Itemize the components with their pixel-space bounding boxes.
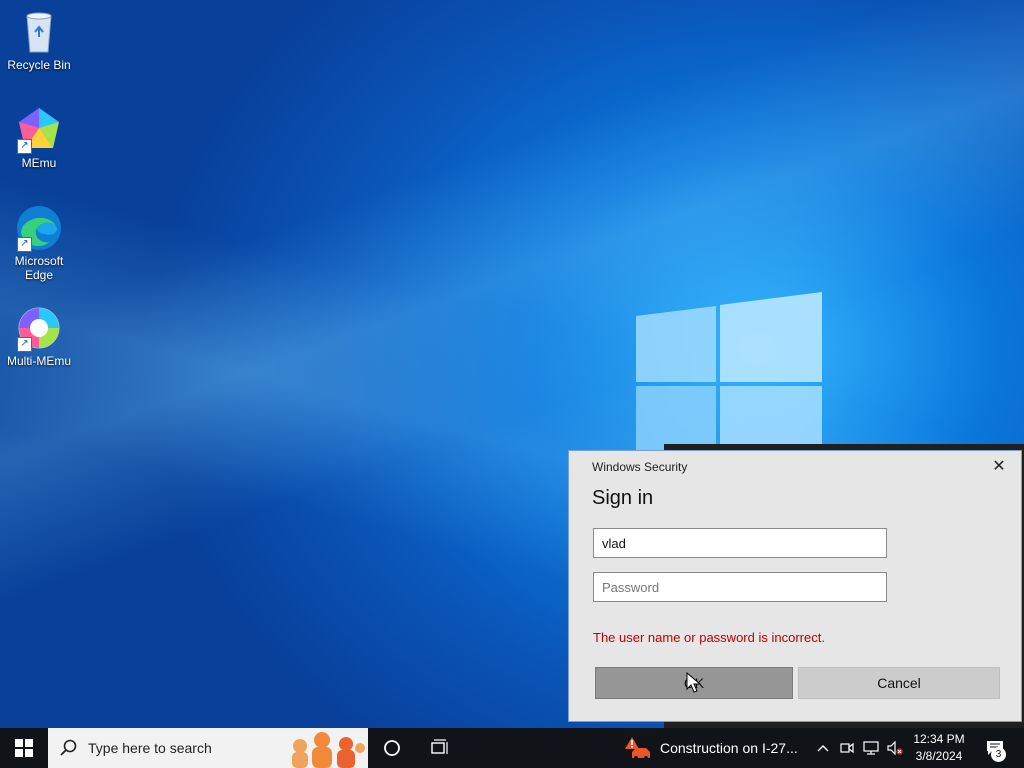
taskbar-clock[interactable]: 12:34 PM 3/8/2024 (902, 731, 976, 765)
desktop-icon-recycle-bin[interactable]: Recycle Bin (0, 8, 78, 72)
mouse-cursor-icon (686, 672, 702, 693)
cortana-button[interactable] (372, 728, 412, 768)
shortcut-arrow-icon: ↗ (17, 337, 32, 352)
desktop-icon-label: MEmu (21, 156, 57, 170)
desktop: Recycle Bin ↗ MEmu ↗ Microsoft Edge ↗ Mu… (0, 0, 1024, 728)
edge-icon: ↗ (15, 204, 63, 252)
desktop-icon-multi-memu[interactable]: ↗ Multi-MEmu (0, 304, 78, 368)
notification-count-badge: 3 (991, 747, 1006, 762)
error-message: The user name or password is incorrect. (593, 630, 825, 645)
show-hidden-icons-button[interactable] (812, 728, 834, 768)
search-icon (60, 739, 77, 756)
task-view-button[interactable] (420, 728, 460, 768)
desktop-icon-label: Recycle Bin (7, 58, 71, 72)
shortcut-arrow-icon: ↗ (17, 237, 32, 252)
clock-date: 3/8/2024 (915, 749, 963, 763)
network-icon (863, 741, 879, 755)
shortcut-arrow-icon: ↗ (17, 139, 32, 154)
task-view-icon (431, 739, 448, 754)
taskbar-search-box[interactable]: Type here to search (48, 728, 368, 768)
windows-logo-wallpaper (636, 292, 822, 460)
taskbar: Type here to search Construction on I-27… (0, 728, 1024, 768)
news-widget[interactable]: Construction on I-27... (624, 728, 810, 768)
username-field[interactable] (593, 528, 887, 558)
windows-start-icon (15, 739, 33, 757)
dialog-title: Windows Security (592, 460, 688, 474)
cancel-button[interactable]: Cancel (798, 667, 1000, 699)
password-field[interactable] (593, 572, 887, 602)
cortana-circle-icon (384, 740, 400, 756)
search-highlight-illustration-icon (292, 732, 365, 768)
traffic-warning-icon (625, 737, 650, 760)
desktop-icon-label: Multi-MEmu (6, 354, 71, 368)
network-button[interactable] (860, 728, 882, 768)
clock-time: 12:34 PM (913, 732, 965, 746)
close-icon: ✕ (992, 458, 1006, 475)
chevron-up-icon (817, 745, 829, 752)
desktop-icon-label: Microsoft Edge (14, 254, 64, 282)
desktop-icon-memu[interactable]: ↗ MEmu (0, 106, 78, 170)
volume-muted-icon (887, 741, 903, 755)
dialog-heading: Sign in (592, 487, 654, 509)
search-placeholder: Type here to search (88, 740, 212, 756)
desktop-icon-microsoft-edge[interactable]: ↗ Microsoft Edge (0, 204, 78, 282)
meet-now-button[interactable] (836, 728, 858, 768)
news-headline: Construction on I-27... (660, 740, 798, 756)
windows-security-dialog: Windows Security ✕ Sign in The user name… (568, 450, 1022, 722)
camera-icon (840, 742, 854, 754)
multi-memu-icon: ↗ (15, 304, 63, 352)
start-button[interactable] (0, 728, 48, 768)
close-button[interactable]: ✕ (987, 456, 1011, 478)
recycle-bin-icon (15, 8, 63, 56)
memu-icon: ↗ (15, 106, 63, 154)
